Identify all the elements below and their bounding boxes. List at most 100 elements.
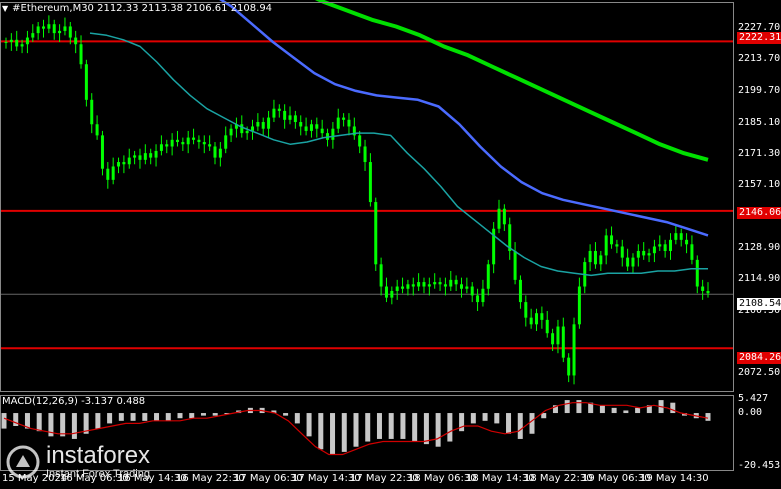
candle-body: [459, 284, 463, 289]
candle-body: [556, 326, 560, 345]
candle-body: [401, 286, 405, 289]
candle-body: [197, 139, 201, 143]
candle-body: [486, 264, 490, 289]
candle-body: [224, 135, 228, 149]
candle-body: [417, 282, 421, 287]
macd-bar: [318, 413, 324, 450]
candle-body: [320, 128, 324, 134]
candle-body: [636, 250, 640, 258]
candle-body: [540, 313, 544, 320]
candle-body: [79, 44, 83, 65]
candle-body: [293, 115, 297, 123]
candle-body: [315, 124, 319, 129]
symbol-header: ▼ #Ethereum,M30 2112.33 2113.38 2106.61 2…: [2, 3, 272, 14]
candle-body: [117, 162, 121, 167]
macd-bar: [36, 413, 42, 432]
macd-bar: [435, 413, 441, 447]
candle-body: [149, 153, 153, 158]
macd-bar: [482, 413, 488, 421]
price-chart[interactable]: [0, 0, 781, 489]
candle-body: [277, 108, 281, 111]
macd-bar: [189, 413, 195, 419]
candle-body: [42, 26, 46, 29]
candle-body: [111, 166, 115, 180]
instaforex-logo-icon: [6, 445, 40, 479]
candle-body: [379, 264, 383, 287]
macd-bar: [107, 413, 113, 424]
macd-bar: [71, 413, 77, 439]
macd-bar: [529, 413, 535, 434]
candle-body: [588, 250, 592, 263]
candle-body: [261, 122, 265, 129]
macd-bar: [353, 413, 359, 447]
candle-body: [213, 146, 217, 158]
candle-body: [133, 155, 137, 158]
price-tick-label: 2185.10: [738, 117, 781, 129]
candle-body: [138, 155, 142, 160]
candle-body: [572, 324, 576, 376]
macd-bar: [330, 413, 336, 455]
candle-body: [395, 286, 399, 291]
macd-bar: [118, 413, 124, 421]
candle-body: [90, 99, 94, 125]
instaforex-watermark: instaforex Instant Forex Trading: [6, 444, 150, 480]
candle-body: [390, 290, 394, 298]
candle-body: [529, 317, 533, 325]
candle-body: [122, 162, 126, 165]
watermark-brand: instaforex: [46, 442, 151, 469]
macd-bar: [60, 413, 66, 437]
candle-body: [465, 286, 469, 289]
macd-bar: [388, 413, 394, 439]
candle-body: [159, 144, 163, 151]
macd-bar: [13, 413, 19, 426]
candle-body: [690, 244, 694, 260]
macd-bar: [142, 413, 148, 421]
candle-body: [272, 108, 276, 118]
candle-body: [674, 233, 678, 240]
macd-bar: [470, 413, 476, 424]
candle-body: [663, 244, 667, 251]
candle-body: [368, 162, 372, 203]
candle-body: [95, 124, 99, 136]
candle-body: [170, 139, 174, 147]
candle-body: [331, 128, 335, 140]
candle-body: [9, 39, 13, 43]
candle-body: [309, 124, 313, 131]
macd-bar: [212, 413, 218, 416]
candle-body: [470, 286, 474, 296]
candle-body: [58, 30, 62, 34]
candle-body: [593, 250, 597, 265]
candle-body: [626, 257, 630, 267]
candle-body: [20, 44, 24, 47]
macd-bar: [177, 413, 183, 419]
candle-body: [299, 122, 303, 127]
macd-bar: [154, 413, 160, 421]
price-tick-label: 2171.30: [738, 147, 781, 159]
macd-bar: [283, 413, 289, 416]
macd-bar: [412, 413, 418, 442]
candle-body: [358, 135, 362, 147]
candle-body: [567, 357, 571, 376]
candle-body: [154, 150, 158, 158]
level-tag-lower: 2084.26: [737, 352, 781, 364]
candle-body: [679, 233, 683, 240]
candle-body: [406, 284, 410, 289]
macd-bar: [200, 413, 206, 416]
candle-body: [604, 235, 608, 256]
candle-body: [652, 246, 656, 254]
macd-bar: [165, 413, 171, 421]
price-tick-label: 2199.70: [738, 84, 781, 96]
candle-body: [524, 302, 528, 318]
candle-body: [347, 119, 351, 127]
candle-body: [658, 244, 662, 247]
collapse-arrow-icon[interactable]: ▼: [2, 4, 8, 13]
candle-body: [143, 153, 147, 160]
macd-bar: [506, 413, 512, 434]
candle-body: [202, 142, 206, 145]
level-tag-upper: 2222.31: [737, 32, 781, 44]
candle-body: [610, 235, 614, 245]
macd-bar: [376, 413, 382, 439]
macd-bar: [599, 405, 605, 414]
macd-bar: [705, 413, 711, 421]
macd-bar: [130, 413, 136, 421]
